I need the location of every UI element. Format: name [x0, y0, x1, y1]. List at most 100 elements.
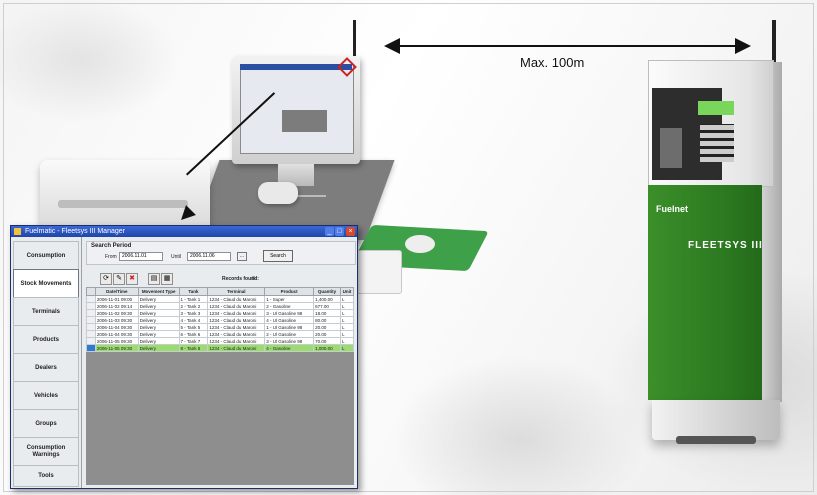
table-cell: 1234 - Claud du Maroni: [207, 330, 266, 338]
table-cell: 1,400.00: [313, 295, 341, 303]
table-cell: L: [339, 337, 355, 345]
arrow-right-icon: [735, 38, 751, 54]
sidebar-item-consumption-warnings[interactable]: Consumption Warnings: [13, 437, 79, 467]
search-button[interactable]: Search: [263, 250, 293, 262]
table-cell: L: [339, 323, 355, 331]
table-cell: 1 - Ul Gasoline 98: [264, 323, 315, 331]
table-row[interactable]: 2006-11-04 09:30 Delivery 6 - Tank 6 1234 -…: [86, 330, 355, 338]
table-row[interactable]: 2006-11-03 09:30 Delivery 4 - Tank 4 1234 -…: [86, 316, 355, 324]
table-cell: 1234 - Claud du Maroni: [207, 344, 266, 352]
table-cell: Delivery: [137, 323, 180, 331]
table-cell: 2006-11-04 09:30: [94, 323, 139, 331]
table-row[interactable]: 2006-11-02 09:14 Delivery 2 - Tank 2 1234 -…: [86, 302, 355, 310]
scanner-cable: [296, 195, 326, 197]
table-cell: 2 - Tank 2: [178, 302, 209, 310]
table-cell: 2006-11-04 09:30: [94, 330, 139, 338]
table-cell: 1234 - Claud du Maroni: [207, 337, 266, 345]
table-cell: 1234 - Claud du Maroni: [207, 295, 266, 303]
table-cell: 80.00: [313, 316, 341, 324]
row-header[interactable]: [86, 330, 96, 338]
column-header[interactable]: Date/Time: [94, 287, 139, 296]
table-cell: 677.00: [313, 302, 341, 310]
terminal-base: [652, 400, 780, 440]
row-header[interactable]: [86, 337, 96, 345]
table-row[interactable]: 2006-11-02 09:30 Delivery 3 - Tank 3 1234 -…: [86, 309, 355, 317]
sidebar-item-tools[interactable]: Tools: [13, 465, 79, 487]
printer-tray: [58, 200, 188, 208]
row-header-corner: [86, 287, 96, 296]
column-header[interactable]: Quantity: [313, 287, 341, 296]
row-header[interactable]: [86, 302, 96, 310]
sidebar-item-terminals[interactable]: Terminals: [13, 297, 79, 327]
table-cell: 8 - Tank 8: [178, 344, 209, 352]
table-cell: 3 - Ul Gasoline 98: [264, 309, 315, 317]
sidebar-item-consumption[interactable]: Consumption: [13, 241, 79, 271]
table-row[interactable]: 2006-11-04 09:30 Delivery 5 - Tank 5 1234 -…: [86, 323, 355, 331]
table-cell: 2006-11-03 09:30: [94, 316, 139, 324]
records-found-count: 8: [252, 276, 255, 282]
sidebar-item-dealers[interactable]: Dealers: [13, 353, 79, 383]
sidebar-item-vehicles[interactable]: Vehicles: [13, 381, 79, 411]
sidebar-item-stock-movements[interactable]: Stock Movements: [13, 269, 79, 299]
row-header[interactable]: [86, 309, 96, 317]
table-cell: 2006-11-02 09:30: [94, 309, 139, 317]
table-cell: Delivery: [137, 344, 180, 352]
table-cell: 7 - Tank 7: [178, 337, 209, 345]
table-cell: 1,000.00: [313, 344, 341, 352]
distance-line: [395, 45, 740, 47]
column-header[interactable]: Unit: [339, 287, 355, 296]
minimize-icon[interactable]: _: [325, 227, 334, 236]
row-header[interactable]: [86, 316, 96, 324]
sidebar-item-groups[interactable]: Groups: [13, 409, 79, 439]
table-cell: 6 - Tank 6: [178, 330, 209, 338]
table-cell: 2006-11-01 09:00: [94, 295, 139, 303]
from-label: From: [105, 254, 117, 260]
main-content: Search Period From 2006.11.01 Until 2006…: [82, 237, 357, 488]
table-cell: 1234 - Claud du Maroni: [207, 302, 266, 310]
app-icon: [14, 228, 21, 235]
distance-label: Max. 100m: [520, 55, 585, 70]
row-header[interactable]: [86, 295, 96, 303]
export-icon[interactable]: ▦: [161, 273, 173, 285]
table-row[interactable]: 2006-11-05 09:30 Delivery 8 - Tank 8 1234 -…: [86, 344, 355, 352]
from-date-field[interactable]: 2006.11.01: [119, 252, 163, 261]
table-cell: 18.00: [313, 309, 341, 317]
table-cell: L: [339, 309, 355, 317]
date-picker-button[interactable]: ...: [237, 252, 247, 261]
row-header[interactable]: [86, 323, 96, 331]
column-header[interactable]: Movement Type: [137, 287, 180, 296]
window-title: Fuelmatic - Fleetsys III Manager: [25, 228, 125, 235]
column-header[interactable]: Product: [264, 287, 315, 296]
terminal-brand: Fuelnet: [656, 204, 689, 214]
table-row[interactable]: 2006-11-05 09:30 Delivery 7 - Tank 7 1234 -…: [86, 337, 355, 345]
barcode-scanner: [258, 182, 298, 204]
search-period-title: Search Period: [91, 243, 132, 249]
edit-icon[interactable]: ✎: [113, 273, 125, 285]
table-cell: L: [339, 344, 355, 352]
print-icon[interactable]: ▤: [148, 273, 160, 285]
table-cell: 4 - Ul Gasoline: [264, 316, 315, 324]
row-header[interactable]: [86, 344, 96, 352]
search-period-panel: Search Period From 2006.11.01 Until 2006…: [86, 241, 356, 265]
until-date-field[interactable]: 2006.11.06: [187, 252, 231, 261]
table-header-row: Date/Time Movement Type Tank Terminal Pr…: [86, 287, 355, 296]
table-cell: Delivery: [137, 295, 180, 303]
table-cell: Delivery: [137, 337, 180, 345]
keypad-icon: [700, 124, 734, 162]
mouse: [405, 235, 435, 253]
delete-icon[interactable]: ✖: [126, 273, 138, 285]
table-row[interactable]: 2006-11-01 09:00 Delivery 1 - Tank 1 1234 -…: [86, 295, 355, 303]
table-cell: L: [339, 295, 355, 303]
table-cell: Delivery: [137, 302, 180, 310]
maximize-icon[interactable]: □: [335, 227, 344, 236]
terminal-body: [648, 185, 762, 400]
table-cell: 2006-11-05 09:30: [94, 337, 139, 345]
column-header[interactable]: Terminal: [207, 287, 266, 296]
sidebar-item-products[interactable]: Products: [13, 325, 79, 355]
table-cell: 1 - Tank 1: [178, 295, 209, 303]
column-header[interactable]: Tank: [178, 287, 209, 296]
table-cell: 2 - Ul Gasoline: [264, 330, 315, 338]
table-cell: Delivery: [137, 316, 180, 324]
refresh-icon[interactable]: ⟳: [100, 273, 112, 285]
close-icon[interactable]: ×: [346, 227, 355, 236]
